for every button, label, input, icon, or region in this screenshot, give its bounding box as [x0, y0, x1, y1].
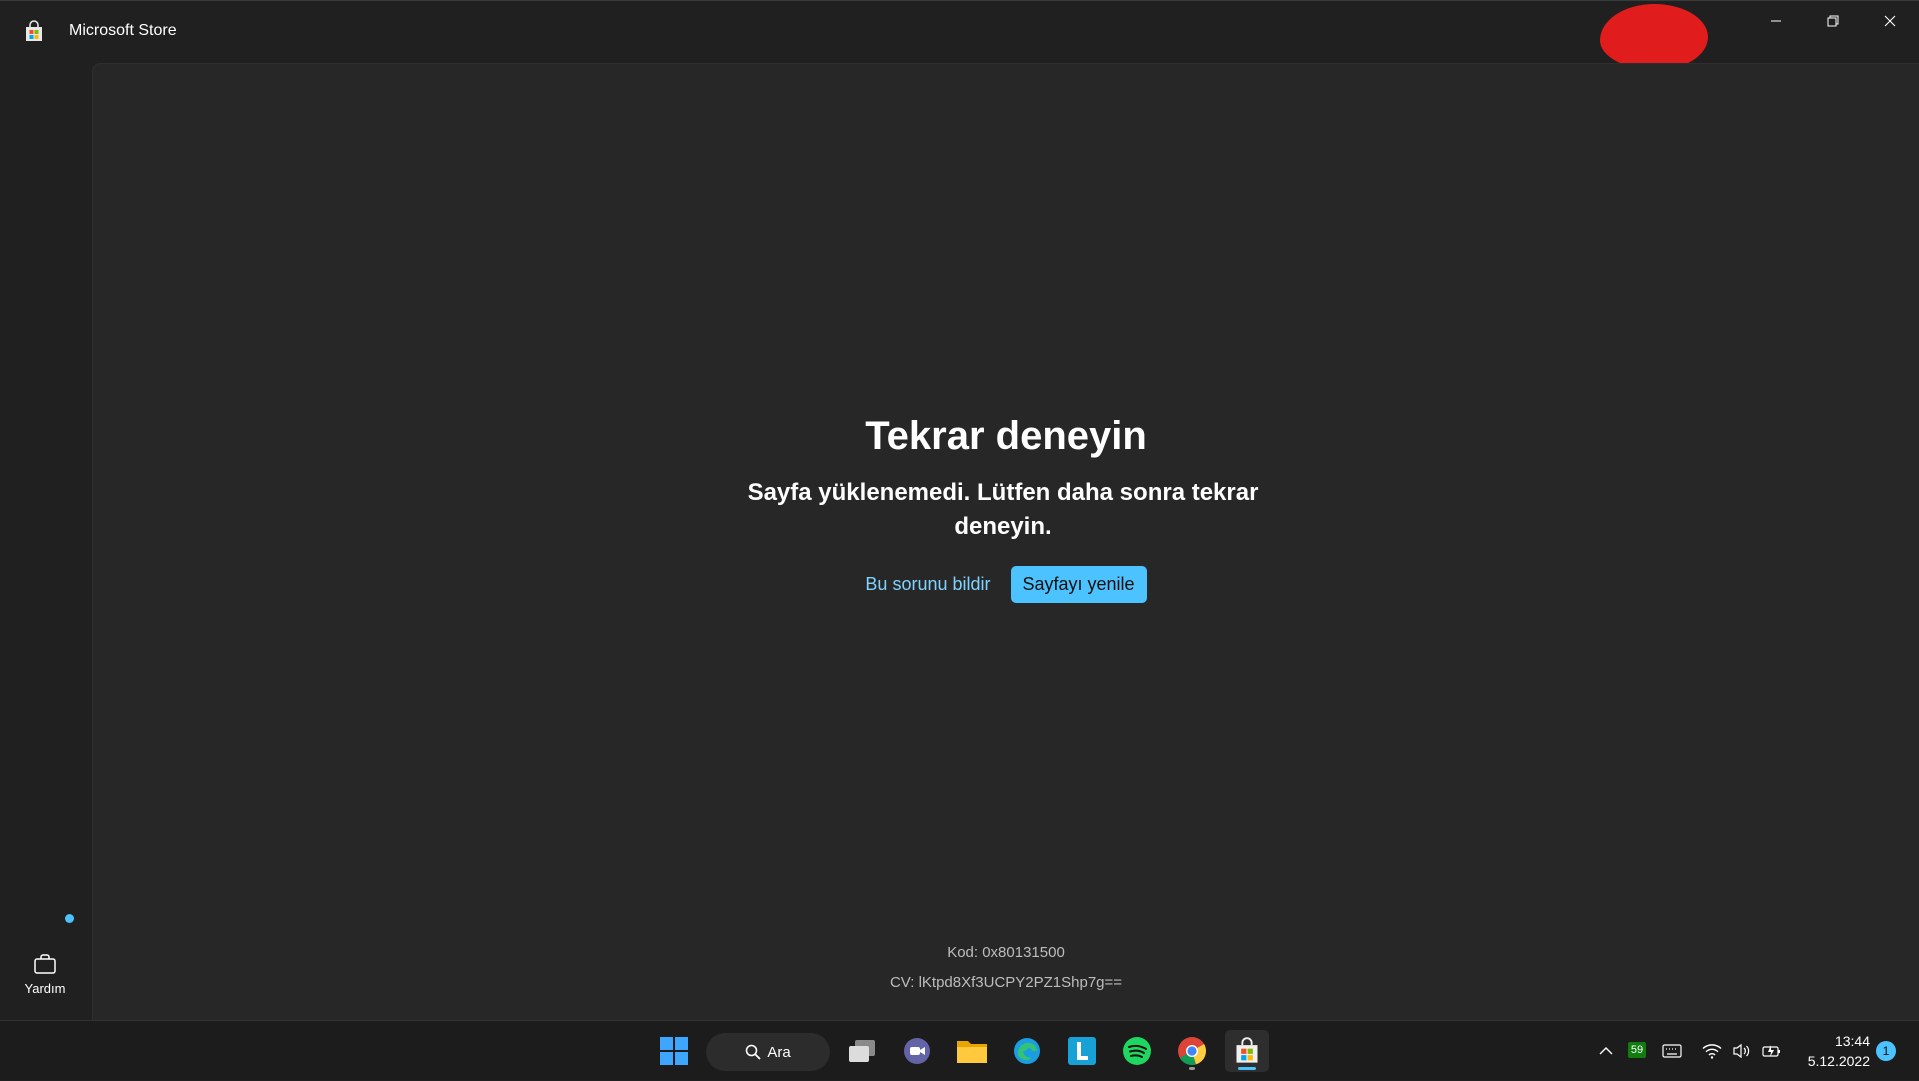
window-title: Microsoft Store — [69, 22, 177, 39]
title-bar[interactable]: Microsoft Store — [0, 1, 1919, 70]
edge-icon — [1014, 1038, 1040, 1064]
teams-chat-button[interactable] — [895, 1030, 939, 1072]
clock[interactable]: 13:44 5.12.2022 — [1796, 1031, 1870, 1071]
volume-button[interactable] — [1732, 1021, 1752, 1081]
chevron-up-icon — [1599, 1047, 1613, 1055]
start-button[interactable] — [652, 1030, 696, 1072]
show-hidden-icons-button[interactable] — [1598, 1021, 1614, 1081]
file-explorer-button[interactable] — [950, 1030, 994, 1072]
nav-item-help[interactable]: Yardım — [8, 943, 82, 1005]
task-view-icon — [849, 1040, 875, 1062]
error-correlation-vector: CV: lKtpd8Xf3UCPY2PZ1Shp7g== — [889, 974, 1123, 991]
taskbar: Ara 59 13:44 5.12.2022 1 — [0, 1020, 1919, 1080]
start-icon — [660, 1037, 688, 1065]
restore-icon — [1827, 15, 1839, 27]
taskbar-search-label: Ara — [767, 1043, 791, 1061]
help-notification-dot — [65, 914, 74, 923]
teams-chat-icon — [904, 1038, 930, 1064]
wifi-button[interactable] — [1702, 1021, 1722, 1081]
edge-button[interactable] — [1005, 1030, 1049, 1072]
chrome-icon — [1178, 1037, 1206, 1065]
content-pane: Tekrar deneyin Sayfa yüklenemedi. Lütfen… — [92, 63, 1919, 1021]
minimize-button[interactable] — [1747, 1, 1805, 41]
l-app-button[interactable] — [1060, 1030, 1104, 1072]
task-view-button[interactable] — [840, 1030, 884, 1072]
close-button[interactable] — [1861, 1, 1919, 41]
report-problem-button[interactable]: Bu sorunu bildir — [865, 574, 990, 595]
touch-keyboard-button[interactable] — [1662, 1021, 1682, 1081]
error-actions: Bu sorunu bildir Sayfayı yenile — [93, 566, 1919, 603]
minimize-icon — [1771, 20, 1781, 22]
volume-icon — [1733, 1043, 1750, 1059]
l-app-icon — [1068, 1037, 1096, 1065]
restore-button[interactable] — [1804, 1, 1862, 41]
refresh-page-button[interactable]: Sayfayı yenile — [1010, 566, 1147, 603]
search-icon — [746, 1044, 761, 1060]
battery-button[interactable] — [1762, 1021, 1782, 1081]
taskbar-search[interactable]: Ara — [706, 1033, 830, 1071]
chrome-button[interactable] — [1170, 1030, 1214, 1072]
microsoft-store-taskbar-button[interactable] — [1225, 1030, 1269, 1072]
keyboard-icon — [1662, 1044, 1682, 1058]
spotify-icon — [1123, 1037, 1151, 1065]
navigation-rail: Yardım — [0, 63, 92, 1021]
notification-count-badge[interactable]: 1 — [1876, 1041, 1896, 1061]
microsoft-store-icon — [1236, 1037, 1258, 1063]
nav-item-help-label: Yardım — [24, 980, 66, 996]
tray-app-badge[interactable]: 59 — [1628, 1042, 1646, 1058]
clock-date: 5.12.2022 — [1807, 1053, 1870, 1069]
briefcase-icon — [34, 953, 56, 974]
microsoft-store-app-icon — [26, 20, 42, 41]
file-explorer-icon — [957, 1041, 987, 1063]
close-icon — [1884, 15, 1896, 27]
wifi-icon — [1702, 1044, 1722, 1059]
chrome-running-indicator — [1189, 1067, 1195, 1070]
battery-charging-icon — [1762, 1045, 1780, 1057]
store-active-indicator — [1238, 1067, 1256, 1070]
error-code: Kod: 0x80131500 — [947, 944, 1065, 961]
clock-time: 13:44 — [1834, 1033, 1870, 1049]
microsoft-store-window: Microsoft Store Yardım Tekrar deneyin Sa… — [0, 0, 1919, 1021]
error-title: Tekrar deneyin — [865, 414, 1147, 458]
error-message: Sayfa yüklenemedi. Lütfen daha sonra tek… — [747, 479, 1259, 540]
spotify-button[interactable] — [1115, 1030, 1159, 1072]
redaction-mark — [1600, 4, 1708, 70]
